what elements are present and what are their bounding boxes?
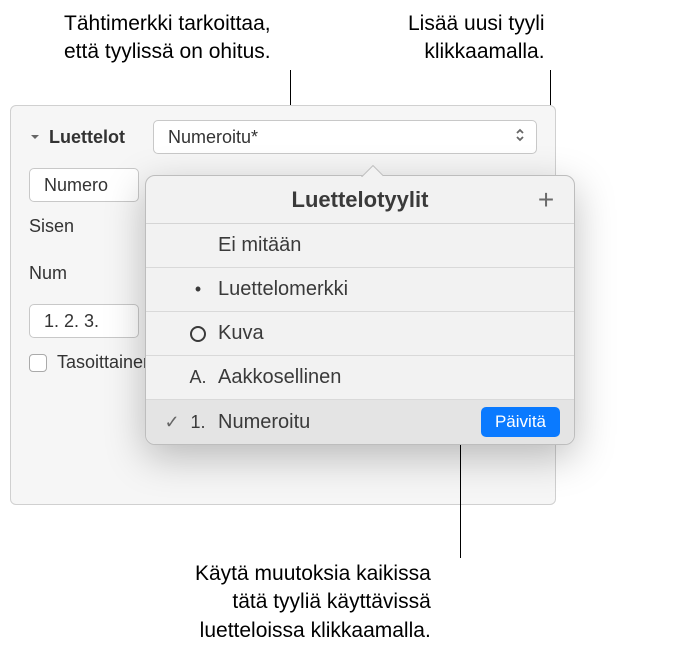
style-list: Ei mitään • Luettelomerkki Kuva A. Aakko… — [146, 224, 574, 444]
dropdown-value: Numero — [44, 175, 108, 196]
list-styles-popover: Luettelotyylit + Ei mitään • Luettelomer… — [145, 175, 575, 445]
callout-text: luetteloissa klikkaamalla. — [195, 617, 431, 645]
section-label-text: Luettelot — [49, 127, 125, 148]
order-dropdown[interactable]: 1. 2. 3. — [29, 304, 139, 338]
style-label: Kuva — [218, 322, 560, 345]
plus-icon: + — [538, 184, 554, 216]
style-item-none[interactable]: Ei mitään — [146, 224, 574, 268]
style-item-image[interactable]: Kuva — [146, 312, 574, 356]
check-icon: ✓ — [160, 412, 184, 433]
lists-section-label: Luettelot — [29, 127, 125, 148]
callout-text: klikkaamalla. — [408, 38, 545, 66]
callout-update: Käytä muutoksia kaikissa tätä tyyliä käy… — [195, 560, 431, 645]
callout-text: että tyylissä on ohitus. — [64, 38, 271, 66]
style-item-bullet[interactable]: • Luettelomerkki — [146, 268, 574, 312]
callout-text: Tähtimerkki tarkoittaa, — [64, 10, 271, 38]
number-format-dropdown[interactable]: Numero — [29, 168, 139, 202]
style-item-alphabetic[interactable]: A. Aakkosellinen — [146, 356, 574, 400]
callout-asterisk: Tähtimerkki tarkoittaa, että tyylissä on… — [64, 10, 271, 67]
callout-text: Lisää uusi tyyli — [408, 10, 545, 38]
chevron-updown-icon — [514, 127, 526, 148]
popover-title: Luettelotyylit — [292, 187, 429, 213]
dropdown-value: Numeroitu* — [168, 127, 258, 148]
bullet-icon: • — [184, 279, 212, 300]
update-style-button[interactable]: Päivitä — [481, 407, 560, 437]
style-label: Numeroitu — [218, 411, 481, 434]
style-marker: A. — [184, 367, 212, 388]
add-style-button[interactable]: + — [532, 186, 560, 214]
callout-add: Lisää uusi tyyli klikkaamalla. — [408, 10, 545, 67]
style-label: Aakkosellinen — [218, 366, 560, 389]
tiered-numbering-checkbox[interactable] — [29, 354, 47, 372]
list-style-dropdown[interactable]: Numeroitu* — [153, 120, 537, 154]
callout-text: tätä tyyliä käyttävissä — [195, 588, 431, 616]
style-item-numbered[interactable]: ✓ 1. Numeroitu Päivitä — [146, 400, 574, 444]
callout-text: Käytä muutoksia kaikissa — [195, 560, 431, 588]
circle-icon — [184, 326, 212, 342]
style-label: Luettelomerkki — [218, 278, 560, 301]
disclosure-triangle-icon[interactable] — [29, 131, 41, 143]
style-marker: 1. — [184, 412, 212, 433]
dropdown-value: 1. 2. 3. — [44, 311, 99, 332]
style-label: Ei mitään — [218, 234, 560, 257]
popover-header: Luettelotyylit + — [146, 176, 574, 224]
number-label: Num — [29, 263, 67, 284]
indent-label: Sisen — [29, 216, 74, 237]
